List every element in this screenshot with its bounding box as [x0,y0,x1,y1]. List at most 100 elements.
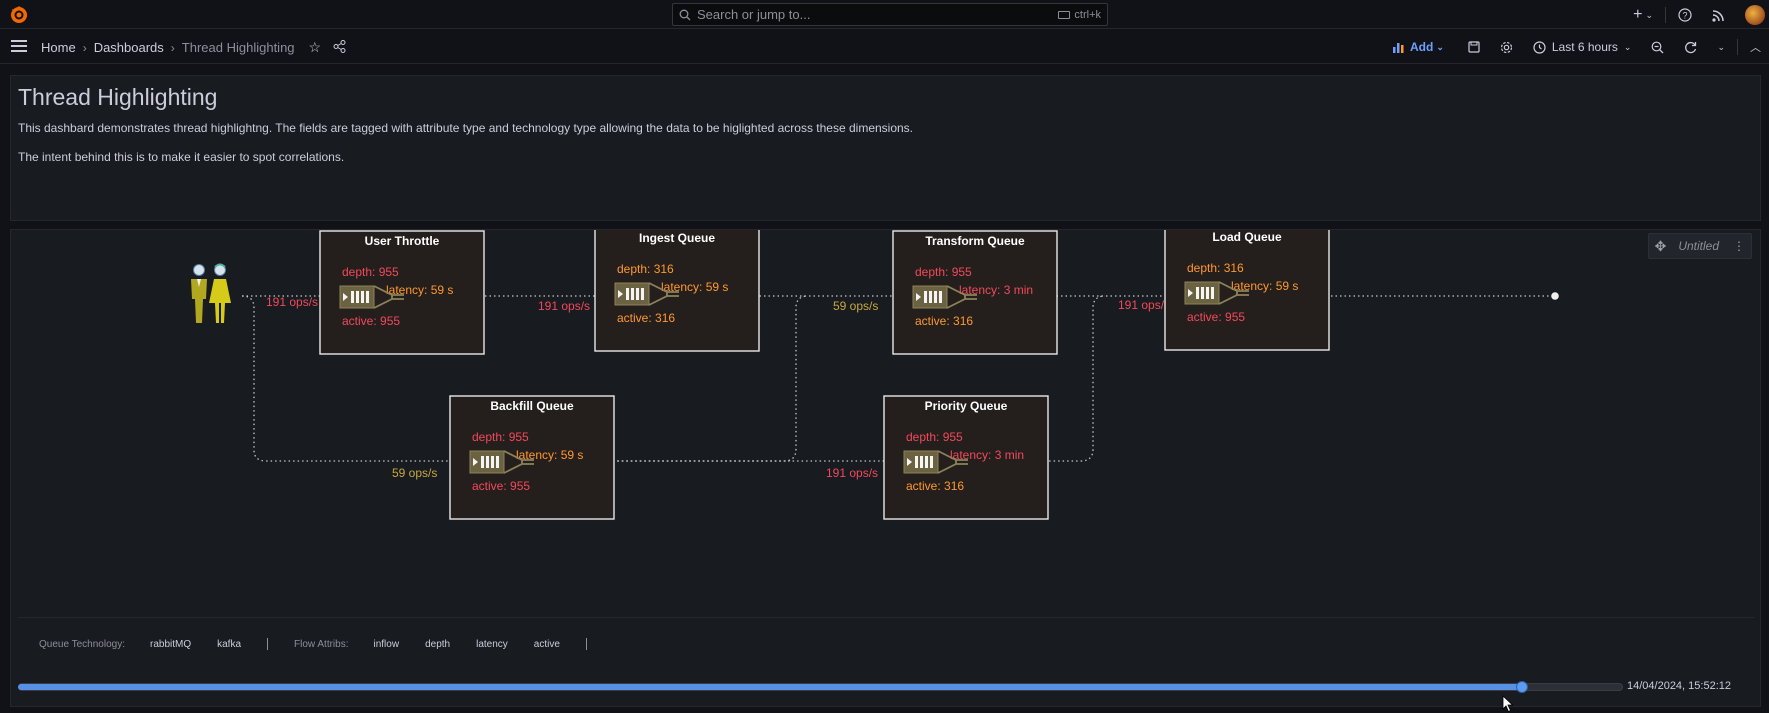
queue-active-label: active: 955 [342,314,400,328]
queue-icon-bar [1206,287,1209,299]
chevron-down-icon: ⌄ [1436,41,1444,52]
highlight-filters: Queue Technology: rabbitMQ kafka Flow At… [39,638,613,650]
top-bar: Search or jump to... ctrl+k + ⌄ ? [0,0,1769,29]
add-button[interactable]: Add ⌄ [1392,40,1444,54]
filter-option-kafka[interactable]: kafka [217,639,241,650]
queue-depth-label: depth: 316 [1187,261,1244,275]
mouse-cursor-icon [1502,695,1514,713]
chevron-down-icon: ⌄ [1645,9,1653,20]
queue-node-title: User Throttle [365,234,440,248]
grafana-logo-icon[interactable] [9,5,29,25]
flow-end-point [1551,292,1559,300]
refresh-icon[interactable] [1684,41,1697,54]
divider [18,617,1755,618]
queue-node-title: Ingest Queue [639,231,715,245]
news-button[interactable] [1712,9,1725,22]
flow-diagram: 191 ops/s 191 ops/s 59 ops/s 191 ops/s 59 op… [191,230,1559,520]
queue-active-label: active: 316 [906,479,964,493]
queue-icon-bar [934,291,937,303]
collapse-chevron-up-icon[interactable]: ︿ [1750,39,1761,55]
users-icon [191,263,231,323]
shortcut-hint: ctrl+k [1058,9,1101,21]
flow-rate-label: 59 ops/s [833,299,878,313]
avatar[interactable] [1745,5,1765,25]
queue-icon-bar [641,288,644,300]
filter-attr-label: Flow Attribs: [294,638,349,650]
queue-icon-bar [930,456,933,468]
queue-depth-label: depth: 955 [472,430,529,444]
queue-active-label: active: 316 [617,311,675,325]
queue-icon-bar [486,456,489,468]
queue-icon-bar [939,291,942,303]
flow-rate-label: 191 ops/s [266,295,318,309]
share-icon[interactable] [333,39,346,56]
queue-icon-bar [929,291,932,303]
queue-icon-bar [481,456,484,468]
add-label: Add [1409,40,1434,54]
filter-option-latency[interactable]: latency [476,639,508,650]
breadcrumb-home[interactable]: Home [41,40,76,55]
divider [267,638,269,650]
queue-icon-bar [356,291,359,303]
chart-icon [1392,43,1404,53]
panel-description: This dashbard demonstrates thread highli… [18,121,914,135]
queue-icon-bar [366,291,369,303]
star-icon[interactable]: ☆ [309,39,322,56]
time-picker-button[interactable]: Last 6 hours ⌄ [1533,40,1631,54]
queue-depth-label: depth: 955 [342,265,399,279]
divider [1737,39,1738,55]
queue-icon-bar [626,288,629,300]
breadcrumb: Home › Dashboards › Thread Highlighting … [41,39,346,56]
queue-icon-bar [925,456,928,468]
timeline-slider[interactable] [18,681,1623,693]
flow-rate-label: 59 ops/s [392,466,437,480]
filter-option-depth[interactable]: depth [425,639,450,650]
dashboard-nav: Home › Dashboards › Thread Highlighting … [0,30,1769,64]
queue-active-label: active: 955 [1187,310,1245,324]
filter-option-rabbitmq[interactable]: rabbitMQ [150,639,191,650]
settings-icon[interactable] [1500,41,1513,54]
filter-option-active[interactable]: active [534,639,560,650]
breadcrumb-current: Thread Highlighting [181,40,295,55]
queue-active-label: active: 955 [472,479,530,493]
refresh-interval-chevron-icon[interactable]: ⌄ [1717,42,1725,53]
topbar-actions: + ⌄ ? [1623,4,1769,26]
queue-icon-bar [636,288,639,300]
queue-icon-bar [631,288,634,300]
queue-icon-bar [920,456,923,468]
queue-active-label: active: 316 [915,314,973,328]
filter-option-inflow[interactable]: inflow [374,639,400,650]
new-menu-button[interactable]: + ⌄ [1633,6,1653,24]
rss-icon [1712,9,1724,22]
timeline-timestamp: 14/04/2024, 15:52:12 [1627,680,1731,692]
queue-icon-bar [1201,287,1204,299]
save-icon[interactable] [1468,41,1480,53]
chevron-right-icon: › [170,40,175,55]
breadcrumb-dashboards[interactable]: Dashboards [94,40,164,55]
queue-icon-bar [351,291,354,303]
panel-intent: The intent behind this is to make it eas… [18,150,345,164]
help-button[interactable]: ? [1678,8,1692,22]
search-input[interactable]: Search or jump to... ctrl+k [672,3,1108,26]
queue-depth-label: depth: 955 [915,265,972,279]
queue-icon-bar [1196,287,1199,299]
page-title: Thread Highlighting [18,84,218,110]
slider-handle[interactable] [1515,681,1528,693]
dashboard-toolbar: Add ⌄ Last 6 hours ⌄ ⌄ ︿ [1392,37,1769,57]
divider [585,638,587,650]
queue-icon-bar [1211,287,1214,299]
divider [1665,7,1666,23]
queue-node-title: Priority Queue [925,399,1008,413]
flow-rate-label: 191 ops/s [538,299,590,313]
queue-icon-bar [924,291,927,303]
queue-node-title: Transform Queue [925,234,1025,248]
queue-icon-bar [491,456,494,468]
clock-icon [1533,40,1546,54]
search-placeholder: Search or jump to... [697,7,811,22]
zoom-out-icon[interactable] [1651,41,1664,54]
help-icon: ? [1678,8,1692,22]
search-icon [679,9,691,20]
flow-rate-label: 191 ops/s [826,466,878,480]
menu-icon[interactable] [11,40,27,52]
queue-icon-bar [361,291,364,303]
